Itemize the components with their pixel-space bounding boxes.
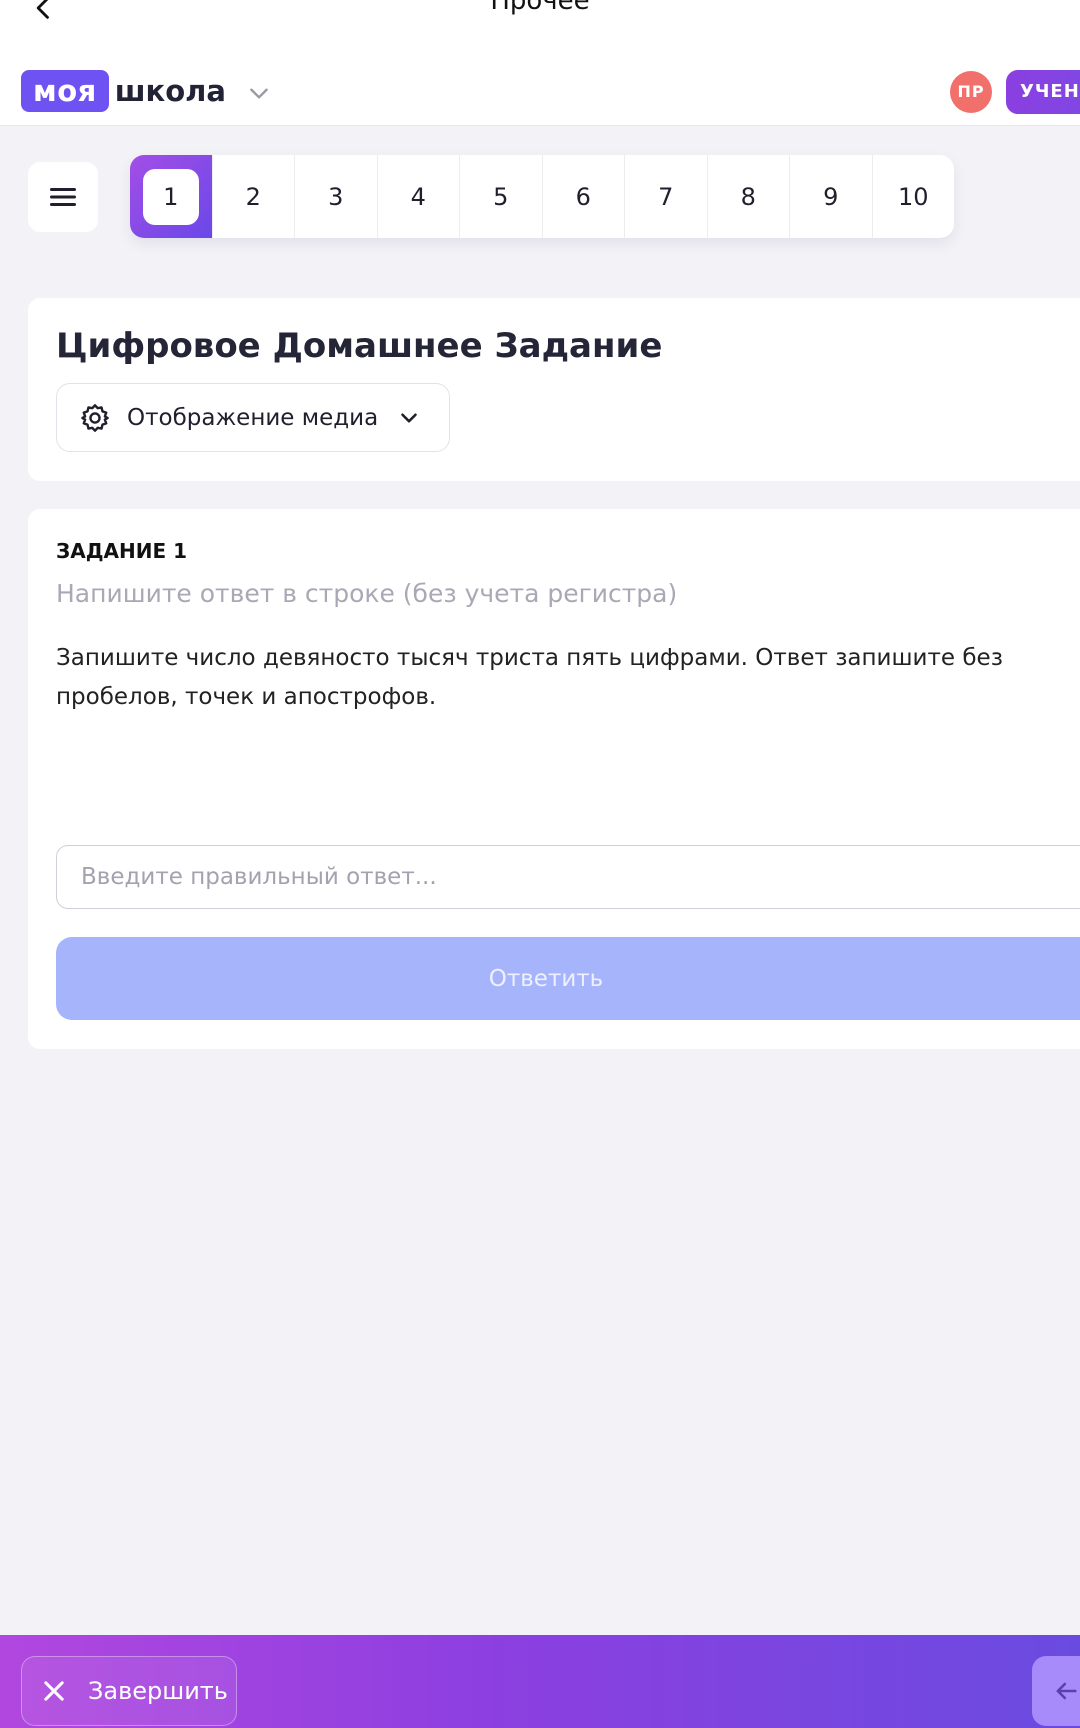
- logo-word: школа: [114, 74, 226, 108]
- task-hint: Напишите ответ в строке (без учета регис…: [56, 579, 678, 608]
- task-card: ЗАДАНИЕ 1 Напишите ответ в строке (без у…: [28, 509, 1080, 1049]
- logo-box: моя: [21, 70, 109, 112]
- page-button-4[interactable]: 4: [376, 155, 460, 238]
- task-number: ЗАДАНИЕ 1: [56, 539, 187, 563]
- page-button-9[interactable]: 9: [789, 155, 872, 238]
- chevron-down-icon: [250, 88, 268, 99]
- page-button-1[interactable]: 1: [130, 155, 212, 238]
- page-button-10[interactable]: 10: [871, 155, 955, 238]
- media-display-dropdown[interactable]: Отображение медиа: [56, 383, 450, 452]
- bottom-bar: Завершить: [0, 1635, 1080, 1728]
- media-display-label: Отображение медиа: [127, 404, 379, 431]
- finish-label: Завершить: [88, 1677, 228, 1705]
- top-bar: Прочее моя школа ПР УЧЕНИК: [0, 0, 1080, 126]
- page: Прочее моя школа ПР УЧЕНИК 1 2 3 4 5 6 7…: [0, 0, 1080, 1728]
- submit-answer-button[interactable]: Ответить: [56, 937, 1080, 1020]
- page-button-2[interactable]: 2: [211, 155, 295, 238]
- avatar[interactable]: ПР: [950, 71, 992, 113]
- hamburger-icon: [50, 188, 76, 206]
- page-button-8[interactable]: 8: [706, 155, 790, 238]
- page-button-7[interactable]: 7: [624, 155, 707, 238]
- finish-button[interactable]: Завершить: [21, 1656, 237, 1726]
- menu-button[interactable]: [28, 162, 98, 232]
- close-icon: [44, 1681, 64, 1701]
- page-button-3[interactable]: 3: [294, 155, 377, 238]
- page-button-5[interactable]: 5: [459, 155, 542, 238]
- role-badge[interactable]: УЧЕНИК: [1006, 70, 1080, 114]
- page-button-label: 1: [142, 168, 199, 225]
- chevron-down-icon: [401, 412, 418, 423]
- gear-icon: [81, 403, 109, 432]
- task-text: Запишите число девяносто тысяч триста пя…: [56, 645, 1003, 710]
- previous-button[interactable]: [1032, 1656, 1080, 1726]
- answer-input[interactable]: [56, 845, 1080, 909]
- school-logo-switcher[interactable]: моя школа: [21, 70, 272, 112]
- question-pager: 1 2 3 4 5 6 7 8 9 10: [130, 155, 954, 238]
- page-title: Прочее: [490, 0, 590, 16]
- homework-header-card: Цифровое Домашнее Задание Отображение ме…: [28, 298, 1080, 481]
- arrow-left-icon: [1056, 1682, 1077, 1700]
- homework-title: Цифровое Домашнее Задание: [56, 326, 663, 366]
- page-button-6[interactable]: 6: [541, 155, 625, 238]
